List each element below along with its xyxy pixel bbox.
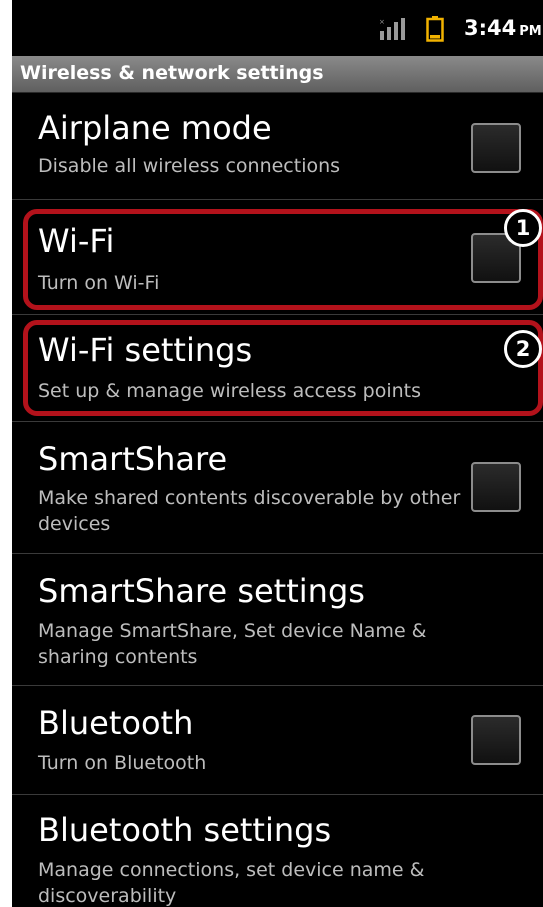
callout-badge-1: 1	[504, 209, 542, 247]
setting-airplane-mode[interactable]: Airplane mode Disable all wireless conne…	[12, 93, 543, 200]
setting-wifi-settings[interactable]: Wi-Fi settings Set up & manage wireless …	[12, 315, 543, 422]
svg-text:×: ×	[379, 18, 385, 26]
setting-title: Bluetooth settings	[38, 811, 332, 849]
setting-title: Airplane mode	[38, 109, 272, 147]
setting-title: Bluetooth	[38, 704, 194, 742]
setting-title: Wi-Fi settings	[38, 331, 253, 369]
setting-summary: Make shared contents discoverable by oth…	[38, 487, 461, 535]
title-bar: Wireless & network settings	[12, 56, 543, 93]
setting-smartshare[interactable]: SmartShare Make shared contents discover…	[12, 422, 543, 554]
status-clock: 3:44 PM	[464, 16, 542, 40]
setting-wifi[interactable]: Wi-Fi Turn on Wi-Fi	[12, 200, 543, 315]
callout-badge-2: 2	[504, 330, 542, 368]
signal-icon: ×	[379, 18, 405, 40]
setting-summary: Turn on Bluetooth	[38, 752, 207, 774]
setting-bluetooth-settings[interactable]: Bluetooth settings Manage connections, s…	[12, 795, 543, 907]
setting-bluetooth[interactable]: Bluetooth Turn on Bluetooth	[12, 686, 543, 795]
settings-screen: × 3:44 PM Wireless & network settings Air…	[12, 0, 543, 907]
bluetooth-checkbox[interactable]	[471, 715, 521, 765]
setting-summary: Turn on Wi-Fi	[38, 272, 160, 294]
setting-title: SmartShare	[38, 440, 228, 478]
battery-icon	[426, 16, 444, 42]
setting-title: SmartShare settings	[38, 572, 365, 610]
setting-summary: Disable all wireless connections	[38, 155, 341, 177]
smartshare-checkbox[interactable]	[471, 462, 521, 512]
setting-summary: Manage SmartShare, Set device Name & sha…	[38, 620, 427, 668]
setting-smartshare-settings[interactable]: SmartShare settings Manage SmartShare, S…	[12, 554, 543, 686]
status-bar: × 3:44 PM	[12, 0, 543, 56]
page-title: Wireless & network settings	[20, 62, 324, 84]
setting-summary: Set up & manage wireless access points	[38, 380, 421, 402]
setting-summary: Manage connections, set device name & di…	[38, 859, 425, 907]
setting-title: Wi-Fi	[38, 222, 115, 260]
airplane-mode-checkbox[interactable]	[471, 123, 521, 173]
